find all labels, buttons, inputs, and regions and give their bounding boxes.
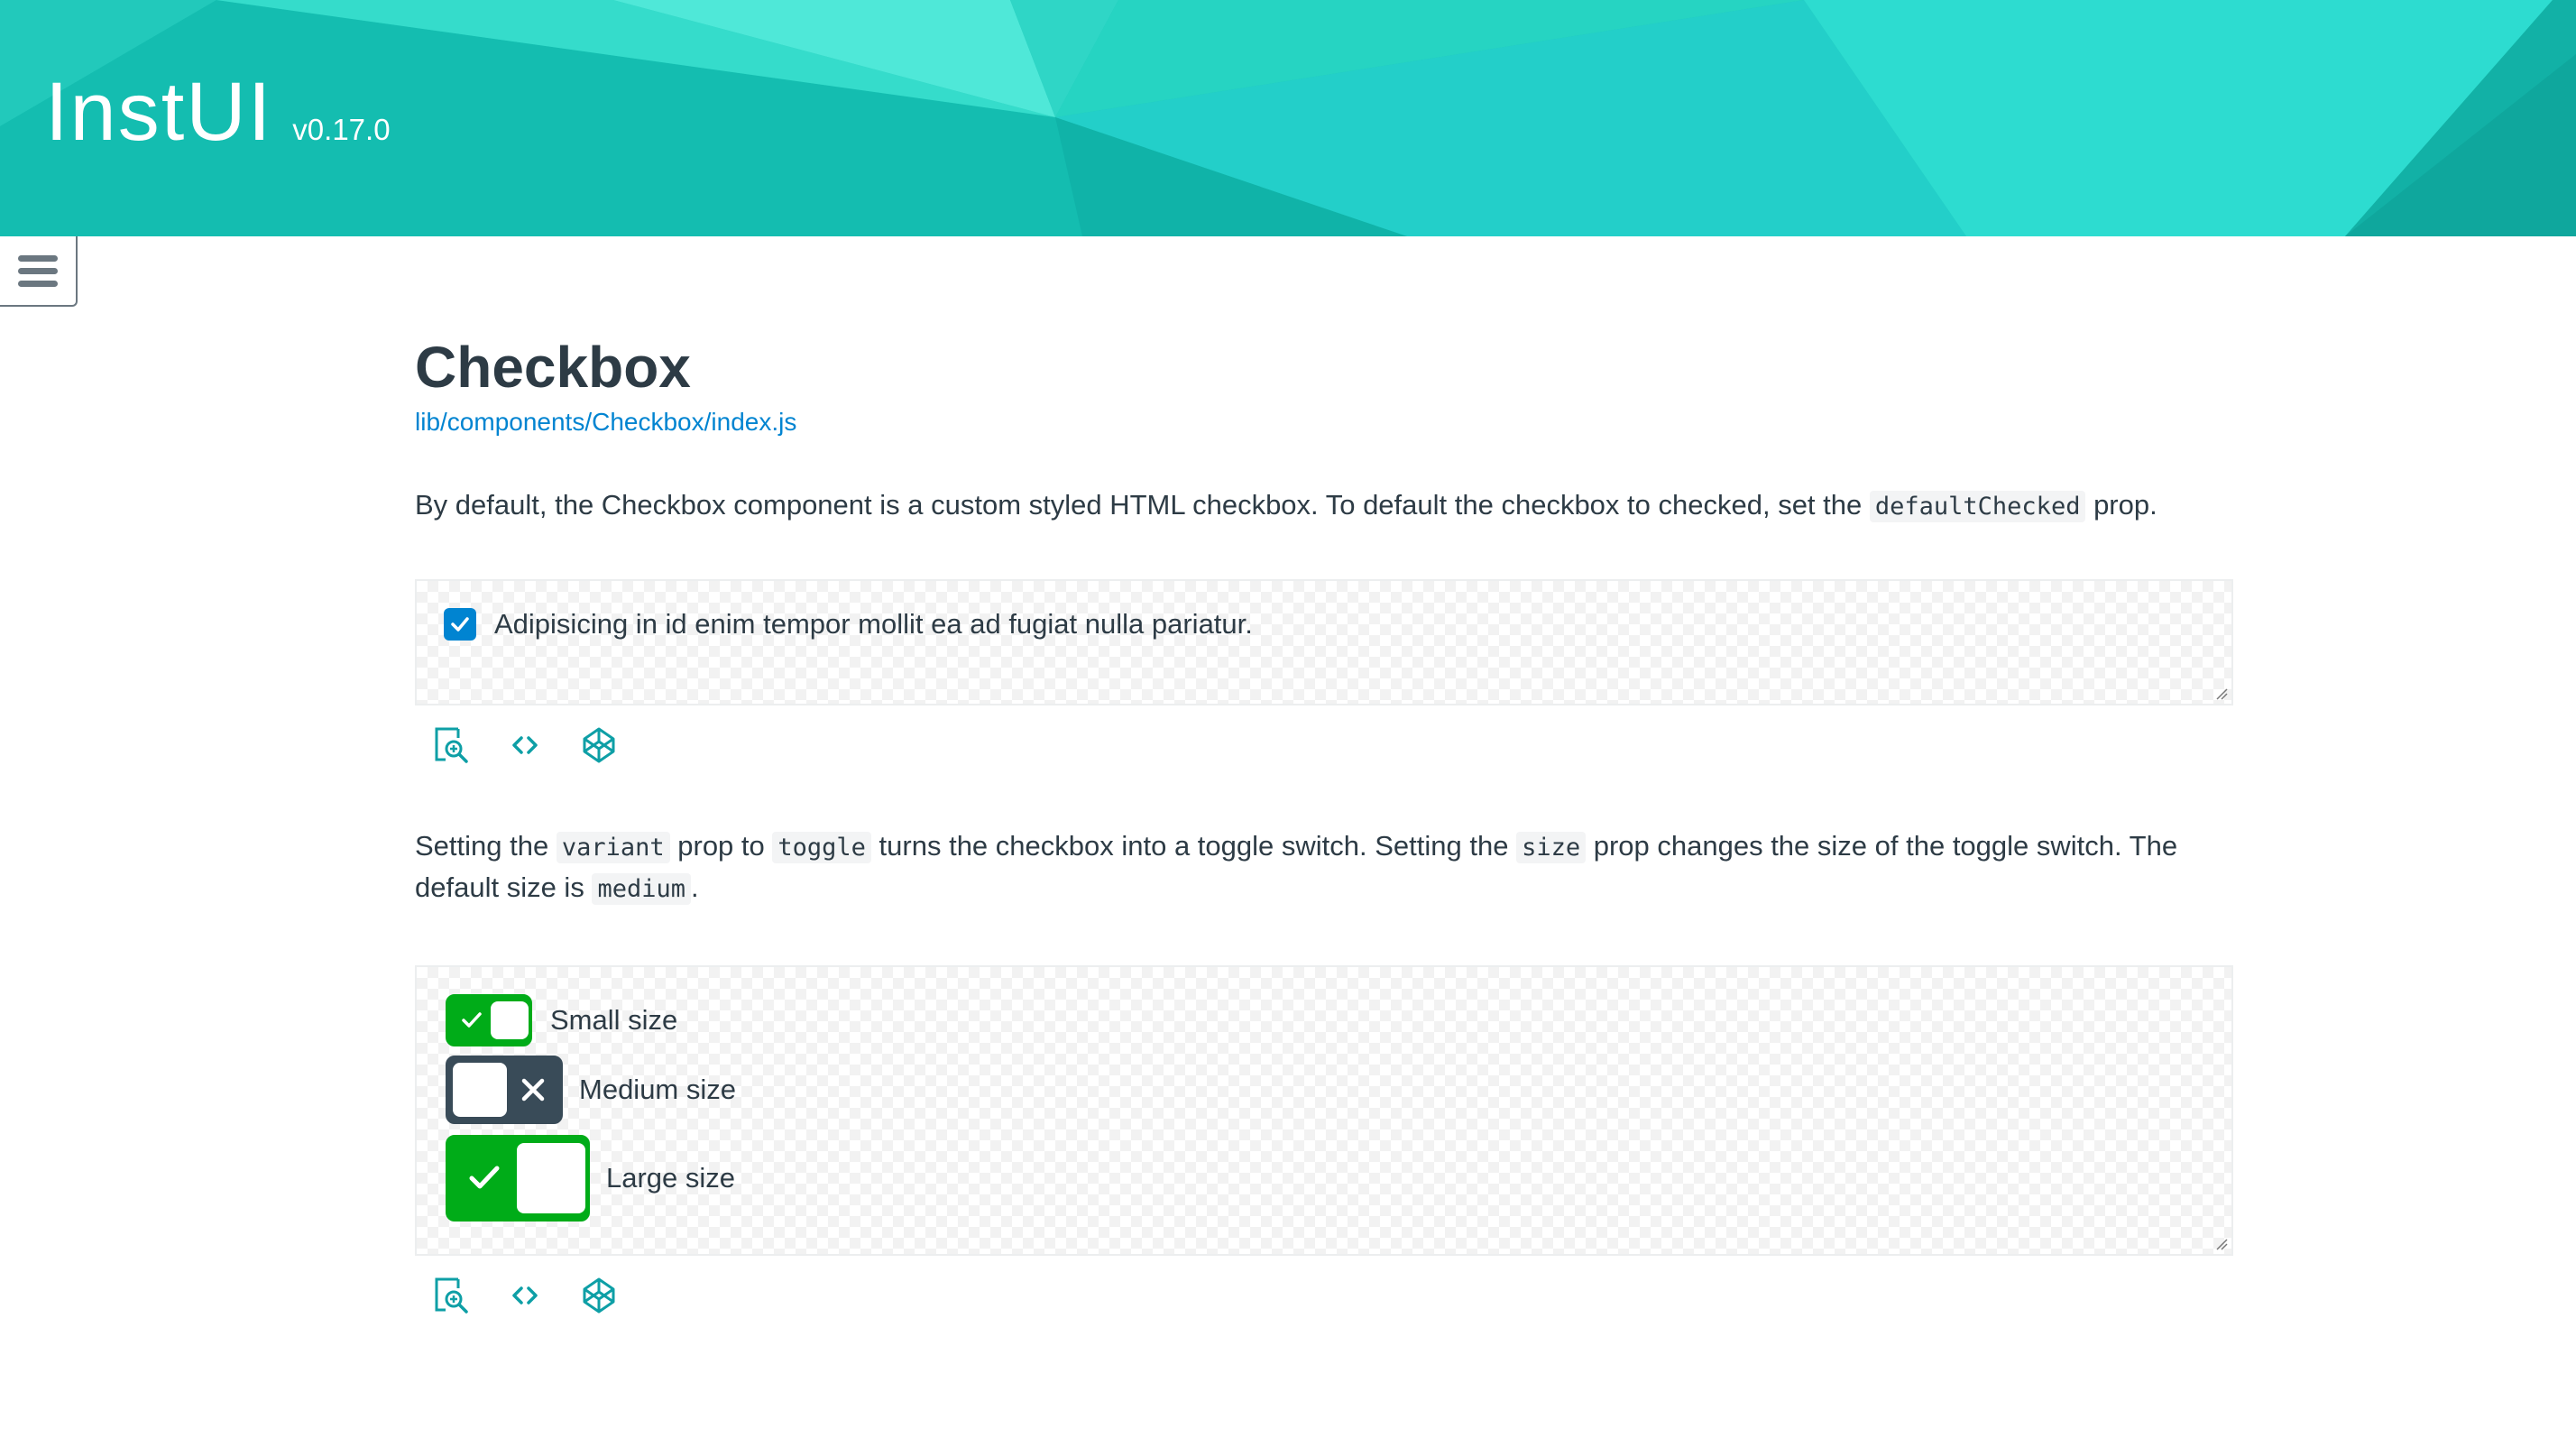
toggle-text-5: . bbox=[690, 871, 699, 904]
toggle-paragraph: Setting the variant prop to toggle turns… bbox=[415, 826, 2233, 909]
source-path-link[interactable]: lib/components/Checkbox/index.js bbox=[415, 408, 796, 437]
toggle-row-medium: Medium size bbox=[446, 1056, 2231, 1125]
fullscreen-preview-button[interactable] bbox=[431, 1276, 471, 1315]
open-codepen-button[interactable] bbox=[579, 1276, 619, 1315]
toggle-small[interactable] bbox=[446, 994, 532, 1047]
resize-handle-icon[interactable] bbox=[2215, 687, 2228, 700]
open-codepen-button[interactable] bbox=[579, 725, 619, 765]
code-variant: variant bbox=[556, 832, 670, 864]
code-size: size bbox=[1516, 832, 1587, 864]
header-banner: InstUI v0.17.0 bbox=[0, 0, 2576, 236]
checkbox-checked[interactable] bbox=[444, 608, 476, 641]
code-icon bbox=[512, 1286, 538, 1305]
code-defaultChecked: defaultChecked bbox=[1869, 491, 2086, 523]
page-title: Checkbox bbox=[415, 335, 691, 400]
intro-text-2: prop. bbox=[2085, 489, 2157, 521]
checkmark-icon bbox=[451, 617, 469, 632]
toggle-text-3: turns the checkbox into a toggle switch.… bbox=[870, 830, 1517, 862]
toggle-row-small: Small size bbox=[446, 994, 2231, 1047]
toggle-label-small: Small size bbox=[550, 1004, 678, 1037]
brand-name: InstUI bbox=[45, 66, 273, 158]
preview-fullscreen-icon bbox=[435, 1277, 468, 1314]
show-code-button[interactable] bbox=[505, 1276, 545, 1315]
toggle-medium[interactable] bbox=[446, 1056, 563, 1125]
example-toolbar bbox=[415, 725, 2233, 765]
toggle-knob bbox=[517, 1143, 585, 1214]
codepen-icon bbox=[583, 727, 615, 763]
resize-handle-icon[interactable] bbox=[2215, 1238, 2228, 1250]
example-toolbar bbox=[415, 1276, 2233, 1315]
example-preview-checkbox: Adipisicing in id enim tempor mollit ea … bbox=[415, 579, 2233, 706]
preview-fullscreen-icon bbox=[435, 727, 468, 764]
checkbox-label: Adipisicing in id enim tempor mollit ea … bbox=[494, 608, 1253, 641]
intro-text-1: By default, the Checkbox component is a … bbox=[415, 489, 1870, 521]
codepen-icon bbox=[583, 1277, 615, 1314]
code-medium: medium bbox=[592, 873, 691, 906]
intro-paragraph: By default, the Checkbox component is a … bbox=[415, 485, 2233, 527]
toggle-text-1: Setting the bbox=[415, 830, 557, 862]
toggle-knob bbox=[453, 1063, 507, 1118]
check-icon bbox=[469, 1166, 500, 1189]
toggle-knob bbox=[491, 1001, 529, 1040]
main-content: Checkbox lib/components/Checkbox/index.j… bbox=[415, 336, 2233, 1315]
code-icon bbox=[512, 736, 538, 755]
toggle-list: Small size Medium size Large size bbox=[417, 967, 2231, 1222]
brand[interactable]: InstUI v0.17.0 bbox=[45, 70, 391, 153]
code-toggle: toggle bbox=[772, 832, 871, 864]
x-icon bbox=[521, 1079, 545, 1102]
toggle-label-medium: Medium size bbox=[579, 1074, 736, 1106]
show-code-button[interactable] bbox=[505, 725, 545, 765]
toggle-row-large: Large size bbox=[446, 1135, 2231, 1222]
hamburger-icon bbox=[18, 249, 58, 293]
checkbox-row[interactable]: Adipisicing in id enim tempor mollit ea … bbox=[417, 581, 2231, 641]
toggle-text-2: prop to bbox=[669, 830, 773, 862]
toggle-label-large: Large size bbox=[606, 1162, 736, 1194]
check-icon bbox=[462, 1012, 482, 1028]
menu-toggle-button[interactable] bbox=[0, 236, 78, 307]
toggle-large[interactable] bbox=[446, 1135, 590, 1222]
fullscreen-preview-button[interactable] bbox=[431, 725, 471, 765]
version-label: v0.17.0 bbox=[292, 113, 391, 146]
example-preview-toggles: Small size Medium size Large size bbox=[415, 965, 2233, 1257]
